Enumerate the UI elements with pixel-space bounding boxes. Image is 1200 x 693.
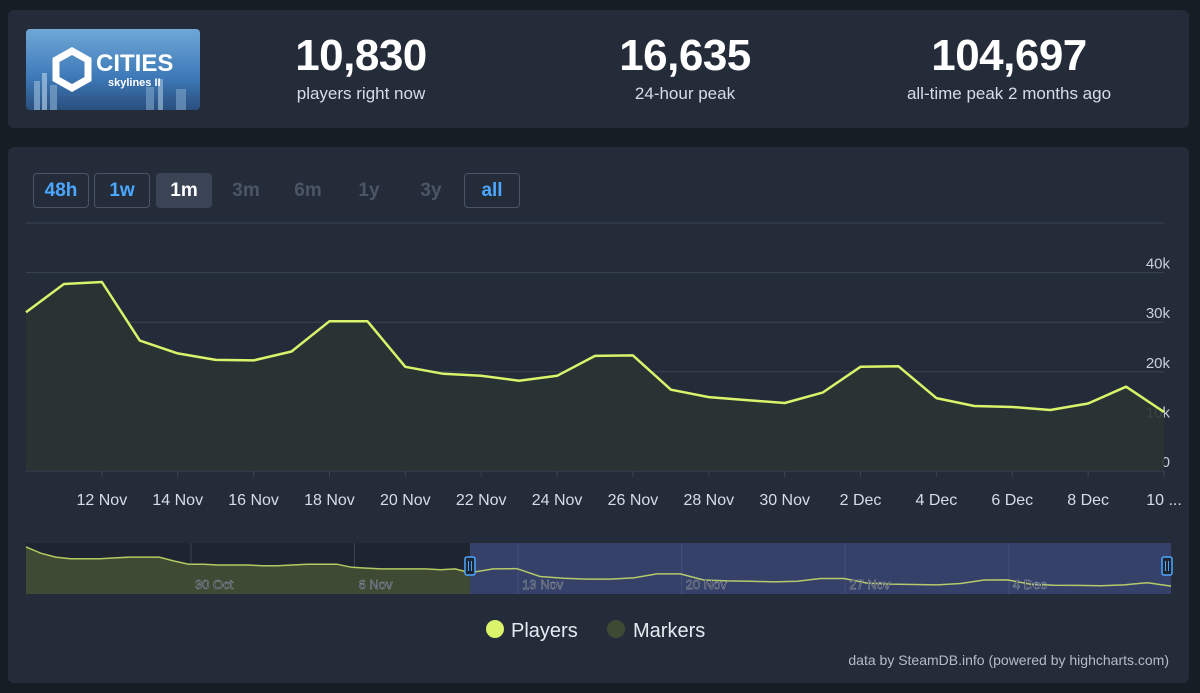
- x-tick-label: 28 Nov: [683, 492, 734, 509]
- stat-label: players right now: [296, 84, 426, 103]
- stat-value: 104,697: [931, 31, 1087, 80]
- logo-title: CITIES: [96, 50, 173, 77]
- navigator[interactable]: 30 Oct 6 Nov 13 Nov 20 Nov 27 Nov 4 Dec: [25, 543, 1173, 594]
- stats-panel: CITIES skylines II 10,830 players right …: [8, 10, 1189, 128]
- nav-tick-label: 30 Oct: [195, 577, 234, 592]
- navigator-selected-range[interactable]: [469, 543, 1171, 594]
- navigator-handle-grip[interactable]: [1161, 556, 1173, 576]
- navigator-handle-grip[interactable]: [464, 556, 476, 576]
- legend-players-marker: [486, 620, 504, 638]
- x-tick-label: 24 Nov: [532, 492, 583, 509]
- x-tick-label: 22 Nov: [456, 492, 507, 509]
- nav-tick-label: 13 Nov: [522, 577, 564, 592]
- legend-item-markers[interactable]: Markers: [607, 620, 705, 642]
- legend: Players Markers: [486, 620, 705, 642]
- legend-markers-marker: [607, 620, 625, 638]
- game-logo-image: CITIES skylines II: [26, 29, 200, 110]
- legend-players-label: Players: [511, 620, 578, 642]
- y-tick-label: 30k: [1146, 305, 1171, 322]
- stat-value: 10,830: [295, 31, 427, 80]
- stat-label: 24-hour peak: [634, 84, 736, 103]
- logo-subtitle: skylines II: [108, 77, 161, 89]
- credit-text[interactable]: data by SteamDB.info (powered by highcha…: [848, 652, 1169, 668]
- legend-markers-label: Markers: [633, 620, 705, 642]
- game-logo[interactable]: CITIES skylines II: [26, 29, 200, 110]
- x-tick-label: 12 Nov: [77, 492, 128, 509]
- x-tick-label: 4 Dec: [916, 492, 958, 509]
- x-tick-label: 18 Nov: [304, 492, 355, 509]
- legend-item-players[interactable]: Players: [486, 620, 578, 642]
- x-tick-label: 16 Nov: [228, 492, 279, 509]
- stat-players-now: 10,830 players right now: [211, 32, 511, 104]
- stat-all-time-peak: 104,697 all-time peak 2 months ago: [859, 32, 1159, 104]
- y-tick-label: 40k: [1146, 256, 1171, 273]
- x-tick-label: 14 Nov: [152, 492, 203, 509]
- nav-tick-label: 27 Nov: [849, 577, 891, 592]
- stat-24h-peak: 16,635 24-hour peak: [535, 32, 835, 104]
- x-tick-label: 30 Nov: [759, 492, 810, 509]
- x-tick-label: 20 Nov: [380, 492, 431, 509]
- x-tick-label: 26 Nov: [608, 492, 659, 509]
- nav-tick-label: 20 Nov: [686, 577, 728, 592]
- nav-tick-label: 4 Dec: [1013, 577, 1047, 592]
- x-tick-label: 6 Dec: [991, 492, 1033, 509]
- stat-value: 16,635: [619, 31, 751, 80]
- stat-label: all-time peak 2 months ago: [906, 84, 1112, 103]
- nav-tick-label: 6 Nov: [359, 577, 393, 592]
- y-tick-label: 20k: [1146, 355, 1171, 372]
- x-tick-label: 8 Dec: [1067, 492, 1109, 509]
- chart-panel: 48h 1w 1m 3m 6m 1y 3y all 010k20k30k40k …: [8, 147, 1189, 683]
- x-tick-label: 10 ...: [1146, 492, 1182, 509]
- navigator-handle-left[interactable]: [464, 556, 476, 576]
- x-axis-labels: 12 Nov 14 Nov 16 Nov 18 Nov 20 Nov 22 Nov 24 N…: [77, 492, 1182, 509]
- navigator-handle-right[interactable]: [1161, 556, 1173, 576]
- players-area: [26, 282, 1164, 471]
- player-count-chart[interactable]: 010k20k30k40k 12 Nov14 Nov16 Nov18 Nov20…: [8, 147, 1189, 683]
- x-tick-label: 2 Dec: [840, 492, 882, 509]
